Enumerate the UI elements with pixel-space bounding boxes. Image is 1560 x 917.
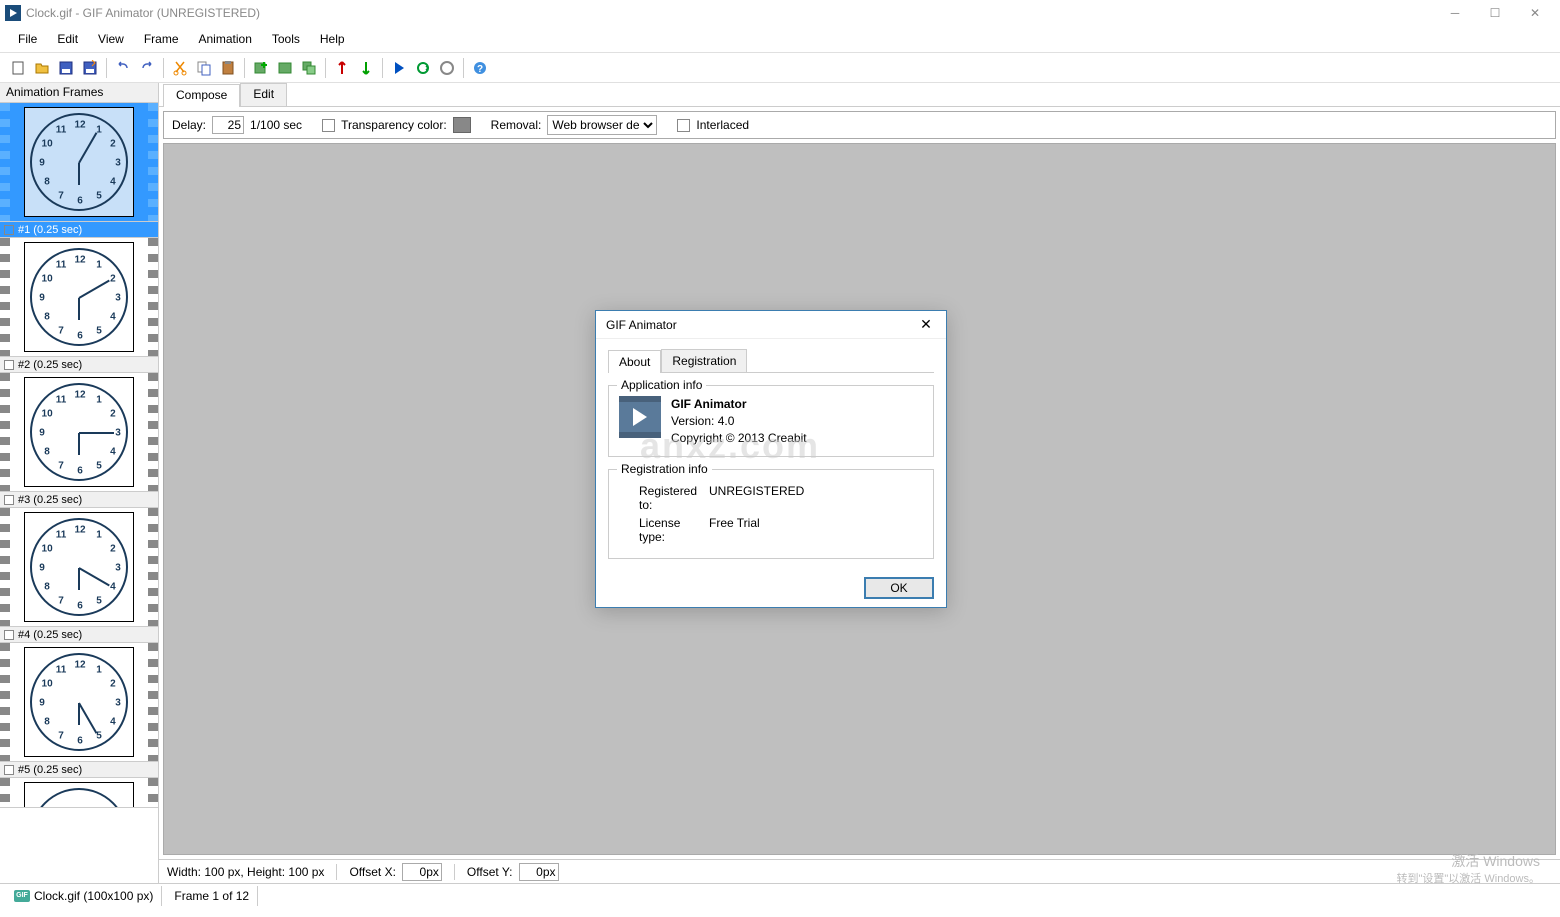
movedown-icon[interactable] [355, 57, 377, 79]
frame-checkbox[interactable] [4, 225, 14, 235]
frame-item[interactable]: 121234567891011#1 (0.25 sec) [0, 103, 158, 238]
app-name: GIF Animator [671, 396, 807, 413]
frame-label: #4 (0.25 sec) [18, 629, 82, 641]
undo-icon[interactable] [112, 57, 134, 79]
loop-icon[interactable] [412, 57, 434, 79]
ok-button[interactable]: OK [864, 577, 934, 599]
moveup-icon[interactable] [331, 57, 353, 79]
frame-caption: #3 (0.25 sec) [0, 491, 158, 507]
menu-edit[interactable]: Edit [47, 28, 88, 50]
new-icon[interactable] [7, 57, 29, 79]
menu-file[interactable]: File [8, 28, 47, 50]
frame-item[interactable]: 121234567891011#5 (0.25 sec) [0, 643, 158, 778]
registration-info-group: Registration info Registered to:UNREGIST… [608, 469, 934, 559]
frames-panel-header: Animation Frames [0, 83, 158, 103]
frame-label: #3 (0.25 sec) [18, 494, 82, 506]
application-info-group: Application info GIF Animator Version: 4… [608, 385, 934, 457]
frame-properties-bar: Delay: 1/100 sec Transparency color: Rem… [163, 111, 1556, 139]
app-icon [5, 5, 21, 21]
frames-list[interactable]: 121234567891011#1 (0.25 sec)121234567891… [0, 103, 158, 883]
save-icon[interactable] [55, 57, 77, 79]
redo-icon[interactable] [136, 57, 158, 79]
frame-checkbox[interactable] [4, 495, 14, 505]
toolbar: ? [0, 53, 1560, 83]
play-icon[interactable] [388, 57, 410, 79]
editor-status: Width: 100 px, Height: 100 px Offset X: … [159, 859, 1560, 883]
transparency-label: Transparency color: [341, 118, 447, 132]
offsety-label: Offset Y: [467, 865, 513, 879]
frames-panel: Animation Frames 121234567891011#1 (0.25… [0, 83, 159, 883]
delay-unit: 1/100 sec [250, 118, 302, 132]
frame-checkbox[interactable] [4, 765, 14, 775]
dimensions-label: Width: 100 px, Height: 100 px [167, 865, 324, 879]
saveas-icon[interactable] [79, 57, 101, 79]
about-dialog: GIF Animator ✕ About Registration Applic… [595, 310, 947, 608]
app-copyright: Copyright © 2013 Creabit [671, 430, 807, 447]
menubar: File Edit View Frame Animation Tools Hel… [0, 25, 1560, 53]
duplicateframe-icon[interactable] [298, 57, 320, 79]
offsetx-input[interactable] [402, 863, 442, 881]
frame-caption: #5 (0.25 sec) [0, 761, 158, 777]
stop-icon[interactable] [436, 57, 458, 79]
removal-label: Removal: [491, 118, 542, 132]
reginfo-legend: Registration info [617, 462, 712, 476]
tab-compose[interactable]: Compose [163, 84, 240, 107]
offsety-input[interactable] [519, 863, 559, 881]
dialog-title: GIF Animator [606, 318, 677, 332]
frame-label: #5 (0.25 sec) [18, 764, 82, 776]
statusbar: GIFClock.gif (100x100 px) Frame 1 of 12 [0, 883, 1560, 907]
frame-item[interactable]: 121234567891011#2 (0.25 sec) [0, 238, 158, 373]
frame-item[interactable]: 121234567891011#3 (0.25 sec) [0, 373, 158, 508]
tab-edit[interactable]: Edit [240, 83, 287, 106]
copy-icon[interactable] [193, 57, 215, 79]
interlaced-checkbox[interactable] [677, 119, 690, 132]
dialog-close-icon[interactable]: ✕ [916, 315, 936, 335]
delay-label: Delay: [172, 118, 206, 132]
delay-input[interactable] [212, 116, 244, 134]
transparency-swatch[interactable] [453, 117, 471, 133]
frame-item[interactable]: 121234567891011#4 (0.25 sec) [0, 508, 158, 643]
removal-select[interactable]: Web browser de [547, 115, 657, 135]
app-version: Version: 4.0 [671, 413, 807, 430]
titlebar: Clock.gif - GIF Animator (UNREGISTERED) … [0, 0, 1560, 25]
menu-tools[interactable]: Tools [262, 28, 310, 50]
frame-checkbox[interactable] [4, 630, 14, 640]
offsetx-label: Offset X: [349, 865, 395, 879]
help-icon[interactable]: ? [469, 57, 491, 79]
transparency-checkbox[interactable] [322, 119, 335, 132]
paste-icon[interactable] [217, 57, 239, 79]
frame-caption: #1 (0.25 sec) [0, 221, 158, 237]
window-title: Clock.gif - GIF Animator (UNREGISTERED) [26, 6, 1435, 20]
open-icon[interactable] [31, 57, 53, 79]
license-type-label: License type: [619, 516, 709, 544]
interlaced-label: Interlaced [696, 118, 749, 132]
frame-label: #2 (0.25 sec) [18, 359, 82, 371]
dialog-tab-about[interactable]: About [608, 350, 661, 373]
app-logo-icon [619, 396, 661, 438]
menu-view[interactable]: View [88, 28, 134, 50]
addframe-icon[interactable] [250, 57, 272, 79]
editor-tabs: Compose Edit [159, 83, 1560, 107]
menu-help[interactable]: Help [310, 28, 355, 50]
frame-checkbox[interactable] [4, 360, 14, 370]
frame-label: #1 (0.25 sec) [18, 224, 82, 236]
svg-text:?: ? [477, 64, 483, 75]
dialog-tab-registration[interactable]: Registration [661, 349, 747, 372]
menu-animation[interactable]: Animation [189, 28, 262, 50]
registered-to-label: Registered to: [619, 484, 709, 512]
menu-frame[interactable]: Frame [134, 28, 189, 50]
frame-caption: #4 (0.25 sec) [0, 626, 158, 642]
cut-icon[interactable] [169, 57, 191, 79]
dialog-titlebar[interactable]: GIF Animator ✕ [596, 311, 946, 339]
status-filename: GIFClock.gif (100x100 px) [6, 886, 162, 906]
minimize-button[interactable]: ─ [1435, 0, 1475, 25]
license-type-value: Free Trial [709, 516, 760, 544]
close-button[interactable]: ✕ [1515, 0, 1555, 25]
maximize-button[interactable]: ☐ [1475, 0, 1515, 25]
appinfo-legend: Application info [617, 378, 706, 392]
frame-caption: #2 (0.25 sec) [0, 356, 158, 372]
status-frame: Frame 1 of 12 [166, 886, 258, 906]
insertframe-icon[interactable] [274, 57, 296, 79]
registered-to-value: UNREGISTERED [709, 484, 804, 512]
